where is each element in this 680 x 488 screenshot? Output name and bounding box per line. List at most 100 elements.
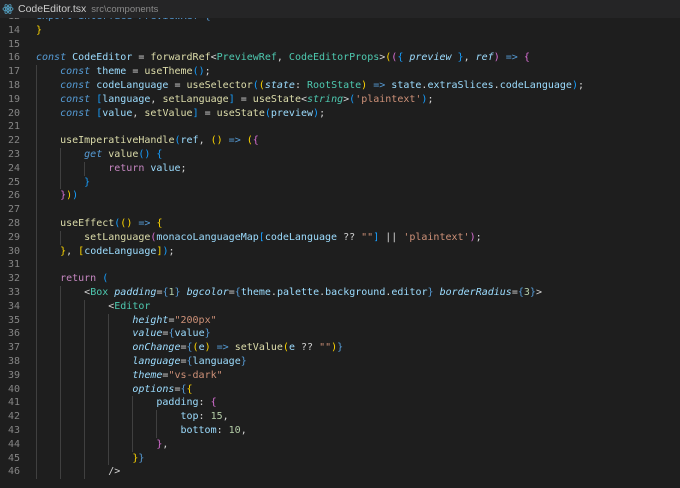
code-token: = [138, 52, 151, 64]
code-line[interactable]: 33 <Box padding={1} bgcolor={theme.palett… [0, 286, 680, 300]
code-token: "200px" [174, 314, 217, 326]
code-line[interactable]: 18 const codeLanguage = useSelector((stat… [0, 79, 680, 93]
code-line[interactable]: 25} [0, 175, 680, 190]
indent-guide [108, 382, 110, 397]
code-line[interactable]: 30}, [codeLanguage]); [0, 244, 680, 259]
indent-guide [84, 437, 86, 452]
line-number: 32 [7, 273, 20, 285]
code-line[interactable]: 28 useEffect(() => { [0, 217, 680, 231]
code-line[interactable]: 19 const [language, setLanguage] = useSta… [0, 92, 680, 107]
indent-guide [132, 437, 134, 452]
indent-guide [36, 120, 37, 135]
code-line[interactable]: 35 height="200px" [0, 313, 680, 328]
indent-guide [36, 327, 37, 342]
line-number: 37 [7, 342, 20, 354]
indent-guide [84, 465, 86, 480]
code-line[interactable]: 34 <Editor [0, 299, 680, 314]
code-token: value [144, 162, 181, 174]
code-text: padding: { [156, 396, 216, 410]
code-line[interactable]: 17 const theme = useTheme(); [0, 65, 680, 79]
code-line[interactable]: 26})) [0, 189, 680, 204]
code-token: onChange [132, 342, 181, 354]
code-line[interactable]: 37 onChange={(e) => setValue(e ?? "")} [0, 341, 680, 355]
code-text: value={value} [132, 327, 210, 341]
indent-guide [36, 189, 37, 204]
indent-guide [132, 396, 134, 411]
code-line[interactable]: 45}} [0, 451, 680, 466]
code-token: bottom [180, 425, 217, 436]
line-number: 33 [7, 287, 20, 298]
code-token: , [162, 438, 169, 450]
code-line[interactable]: 20 const [value, setValue] = useState(pre… [0, 106, 680, 121]
code-token: preview [270, 107, 314, 119]
code-token: { [252, 135, 259, 147]
code-token: ; [427, 93, 434, 105]
code-token: padding [156, 397, 199, 409]
code-line[interactable]: 38 language={language} [0, 355, 680, 369]
code-line[interactable]: 22 useImperativeHandle(ref, () => ({ [0, 134, 680, 148]
code-editor[interactable]: 12export interface PreviewRef {14}1516co… [0, 10, 680, 488]
code-line[interactable]: 21 [0, 120, 680, 135]
code-line[interactable]: 42 top: 15, [0, 410, 680, 424]
code-token: ; [168, 245, 175, 257]
code-token: () { [138, 149, 163, 160]
indent-guide [108, 327, 110, 342]
indent-guide [36, 313, 37, 328]
code-line[interactable]: 23 get value() { [0, 148, 680, 162]
code-text: onChange={(e) => setValue(e ?? "")} [132, 341, 343, 355]
code-line[interactable]: 32 return ( [0, 272, 680, 286]
code-line[interactable]: 24 return value; [0, 161, 680, 176]
code-line[interactable]: 16 const CodeEditor = forwardRef<PreviewR… [0, 51, 680, 65]
line-number: 31 [7, 259, 20, 271]
indent-guide [60, 230, 62, 245]
indent-guide [36, 286, 37, 300]
indent-guide [84, 410, 86, 424]
code-line[interactable]: 41 padding: { [0, 396, 680, 411]
code-token: setValue [144, 107, 193, 119]
indent-guide [36, 396, 37, 411]
code-line[interactable]: 27 [0, 203, 680, 217]
code-text: const codeLanguage = useSelector((state:… [60, 79, 584, 93]
code-text: bottom: 10, [180, 424, 246, 438]
indent-guide [84, 299, 86, 314]
indent-guide [36, 437, 37, 452]
indent-guide [36, 106, 37, 121]
indent-guide [36, 230, 37, 245]
code-token: : [294, 80, 307, 91]
line-number: 24 [7, 162, 20, 174]
code-token: options [132, 383, 175, 395]
code-line[interactable]: 44}, [0, 437, 680, 452]
line-number: 15 [7, 38, 20, 50]
code-line[interactable]: 29 setLanguage(monacoLanguageMap[codeLang… [0, 230, 680, 245]
indent-guide [60, 286, 62, 300]
code-token: Editor [114, 300, 151, 312]
code-text: <Editor [108, 300, 150, 314]
code-token: { [523, 52, 530, 64]
indent-guide [36, 451, 37, 466]
indent-guide [36, 341, 37, 355]
code-line[interactable]: 46 /> [0, 465, 680, 480]
code-text: language={language} [132, 355, 246, 369]
line-number: 43 [7, 425, 20, 436]
code-line[interactable]: 31 [0, 258, 680, 273]
code-line[interactable]: 39 theme="vs-dark" [0, 368, 680, 383]
code-text: }, [156, 438, 168, 452]
code-token: value [102, 107, 133, 119]
code-token: const [60, 80, 91, 91]
indent-guide [60, 368, 62, 383]
indent-guide [108, 355, 110, 369]
code-line[interactable]: 15 [0, 38, 680, 52]
indent-guide [132, 410, 134, 424]
code-token: /> [108, 466, 121, 478]
code-line[interactable]: 36 value={value} [0, 327, 680, 342]
code-text: <Box padding={1} bgcolor={theme.palette.… [84, 286, 542, 300]
code-line[interactable]: 43 bottom: 10, [0, 424, 680, 438]
code-token: ; [475, 231, 482, 243]
code-token: PreviewRef [216, 52, 277, 64]
indent-guide [108, 424, 110, 438]
code-line[interactable]: 40 options={{ [0, 382, 680, 397]
editor-tab[interactable]: CodeEditor.tsx src\components [0, 0, 680, 18]
code-token: const [60, 93, 91, 105]
indent-guide [108, 368, 110, 383]
code-line[interactable]: 14} [0, 24, 680, 38]
